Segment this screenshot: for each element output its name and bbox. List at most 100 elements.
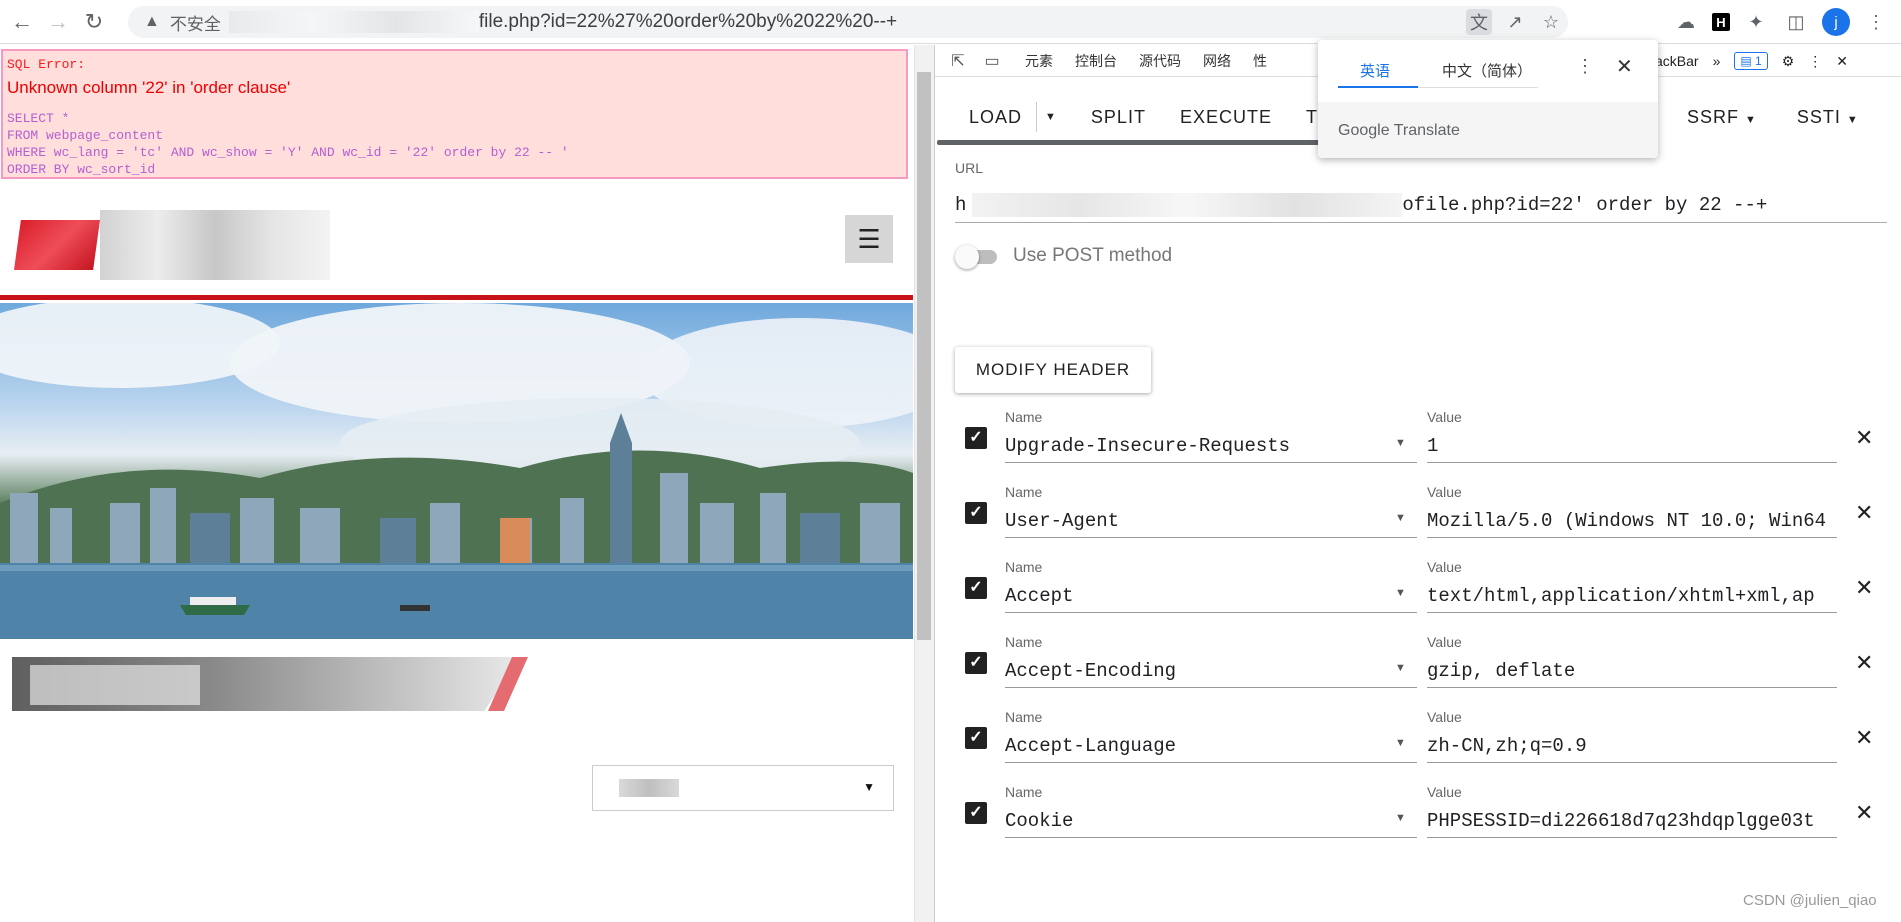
modify-header-button[interactable]: MODIFY HEADER [955,347,1151,393]
sql-line: WHERE wc_lang = 'tc' AND wc_show = 'Y' A… [7,145,569,160]
chevron-down-icon[interactable]: ▼ [1395,812,1406,824]
chevron-down-icon[interactable]: ▼ [1395,662,1406,674]
url-label: URL [955,160,984,176]
checkbox-checked-icon[interactable]: ✓ [965,802,987,824]
close-icon[interactable]: ✕ [1836,53,1848,70]
translate-options-icon[interactable]: ⋮ [1576,56,1594,77]
header-name-input[interactable]: Accept-Encoding [1005,654,1417,688]
menu-kebab-icon[interactable]: ⋮ [1862,8,1890,36]
tab-sources[interactable]: 源代码 [1139,51,1181,71]
puzzle-icon[interactable]: ✦ [1742,8,1770,36]
delete-header-icon[interactable]: ✕ [1855,650,1873,676]
site-logo[interactable] [14,210,330,280]
warning-icon[interactable]: ▲ [144,13,160,31]
avatar[interactable]: j [1822,8,1850,36]
page-select[interactable]: ▼ [592,765,894,811]
url-prefix: h [955,193,967,216]
url-field[interactable]: h ofile.php?id=22' order by 22 --+ [955,187,1887,223]
t-menu-button[interactable]: T [1306,107,1318,128]
delete-header-icon[interactable]: ✕ [1855,500,1873,526]
value-label: Value [1427,484,1462,500]
active-tab-indicator [1338,86,1418,88]
header-value-input[interactable]: zh-CN,zh;q=0.9 [1427,729,1837,763]
load-button[interactable]: LOAD [969,107,1022,128]
ssti-menu[interactable]: SSTI ▼ [1797,107,1859,128]
value-label: Value [1427,634,1462,650]
name-label: Name [1005,484,1043,500]
share-icon[interactable]: ↗ [1502,9,1528,35]
header-value-input[interactable]: text/html,application/xhtml+xml,ap [1427,579,1837,613]
ssrf-menu[interactable]: SSRF ▼ [1687,107,1757,128]
tab-network[interactable]: 网络 [1203,51,1231,71]
close-icon[interactable]: ✕ [1616,54,1633,79]
header-value-input[interactable]: 1 [1427,429,1837,463]
header-value-input[interactable]: PHPSESSID=di226618d7q23hdqplgge03t [1427,804,1837,838]
chevron-down-icon: ▼ [1846,113,1859,126]
checkbox-checked-icon[interactable]: ✓ [965,577,987,599]
devtools-panel: ⇱ ▭ 元素 控制台 源代码 网络 性 ackBar » ▤ 1 ⚙ ⋮ ✕ L… [934,45,1901,922]
delete-header-icon[interactable]: ✕ [1855,725,1873,751]
chevron-down-icon[interactable]: ▼ [1395,512,1406,524]
extension-cloud-icon[interactable]: ☁ [1672,8,1700,36]
sql-line: FROM webpage_content [7,128,164,143]
web-page: SQL Error: Unknown column '22' in 'order… [0,45,913,922]
hamburger-menu-icon[interactable]: ☰ [845,215,893,263]
translate-footer: Google Translate [1318,102,1658,158]
gear-icon[interactable]: ⚙ [1782,53,1795,70]
chevron-down-icon[interactable]: ▼ [1395,737,1406,749]
header-name-input[interactable]: Upgrade-Insecure-Requests [1005,429,1417,463]
back-arrow-icon[interactable]: ← [8,8,36,36]
watermark: CSDN @julien_qiao [1743,892,1877,909]
device-toggle-icon[interactable]: ▭ [981,51,1003,71]
tab-source-language[interactable]: 英语 [1360,60,1390,81]
header-row: ✓ Name Cookie ▼ Value PHPSESSID=di226618… [955,780,1895,842]
header-row: ✓ Name Accept-Language ▼ Value zh-CN,zh;… [955,705,1895,767]
execute-button[interactable]: EXECUTE [1180,107,1272,128]
checkbox-checked-icon[interactable]: ✓ [965,727,987,749]
translate-icon[interactable]: 文 [1466,9,1492,35]
load-dropdown-icon[interactable]: ▼ [1045,111,1057,123]
split-button[interactable]: SPLIT [1091,107,1146,128]
chevron-down-icon[interactable]: ▼ [1395,437,1406,449]
checkbox-checked-icon[interactable]: ✓ [965,427,987,449]
sql-error-heading: SQL Error: [7,57,86,72]
delete-header-icon[interactable]: ✕ [1855,800,1873,826]
checkbox-checked-icon[interactable]: ✓ [965,652,987,674]
address-bar[interactable]: ▲ 不安全 file.php?id=22%27%20order%20by%202… [128,6,1568,38]
header-value-input[interactable]: gzip, deflate [1427,654,1837,688]
browser-toolbar: ← → ↻ ▲ 不安全 file.php?id=22%27%20order%20… [0,0,1901,44]
checkbox-checked-icon[interactable]: ✓ [965,502,987,524]
reload-icon[interactable]: ↻ [80,8,108,36]
tab-elements[interactable]: 元素 [1025,51,1053,71]
header-name-input[interactable]: User-Agent [1005,504,1417,538]
insecure-label: 不安全 [169,14,221,34]
sql-line: ORDER BY wc_sort_id [7,162,156,177]
issues-badge[interactable]: ▤ 1 [1734,52,1768,70]
bookmark-star-icon[interactable]: ☆ [1538,9,1564,35]
tab-hackbar[interactable]: ackBar [1655,53,1699,69]
more-tabs-icon[interactable]: » [1713,53,1721,69]
delete-header-icon[interactable]: ✕ [1855,425,1873,451]
page-scrollbar-thumb[interactable] [917,72,931,640]
devtools-kebab-icon[interactable]: ⋮ [1808,53,1822,70]
delete-header-icon[interactable]: ✕ [1855,575,1873,601]
post-method-toggle[interactable] [955,245,999,269]
sidepanel-icon[interactable]: ◫ [1782,8,1810,36]
forward-arrow-icon[interactable]: → [44,8,72,36]
tab-target-language[interactable]: 中文（简体） [1442,60,1532,81]
header-name-input[interactable]: Accept [1005,579,1417,613]
header-row: ✓ Name Accept ▼ Value text/html,applicat… [955,555,1895,617]
header-name-input[interactable]: Accept-Language [1005,729,1417,763]
header-name-input[interactable]: Cookie [1005,804,1417,838]
inspect-icon[interactable]: ⇱ [947,51,969,71]
post-method-row: Use POST method [955,245,1172,269]
redacted-select-value [619,779,679,797]
tab-performance[interactable]: 性 [1253,51,1267,71]
hackbar-extension-icon[interactable]: H [1712,13,1730,31]
chevron-down-icon[interactable]: ▼ [1395,587,1406,599]
tab-console[interactable]: 控制台 [1075,51,1117,71]
address-url[interactable]: file.php?id=22%27%20order%20by%2022%20--… [479,11,897,33]
ssrf-label: SSRF [1687,106,1740,127]
value-label: Value [1427,709,1462,725]
header-value-input[interactable]: Mozilla/5.0 (Windows NT 10.0; Win64 [1427,504,1837,538]
